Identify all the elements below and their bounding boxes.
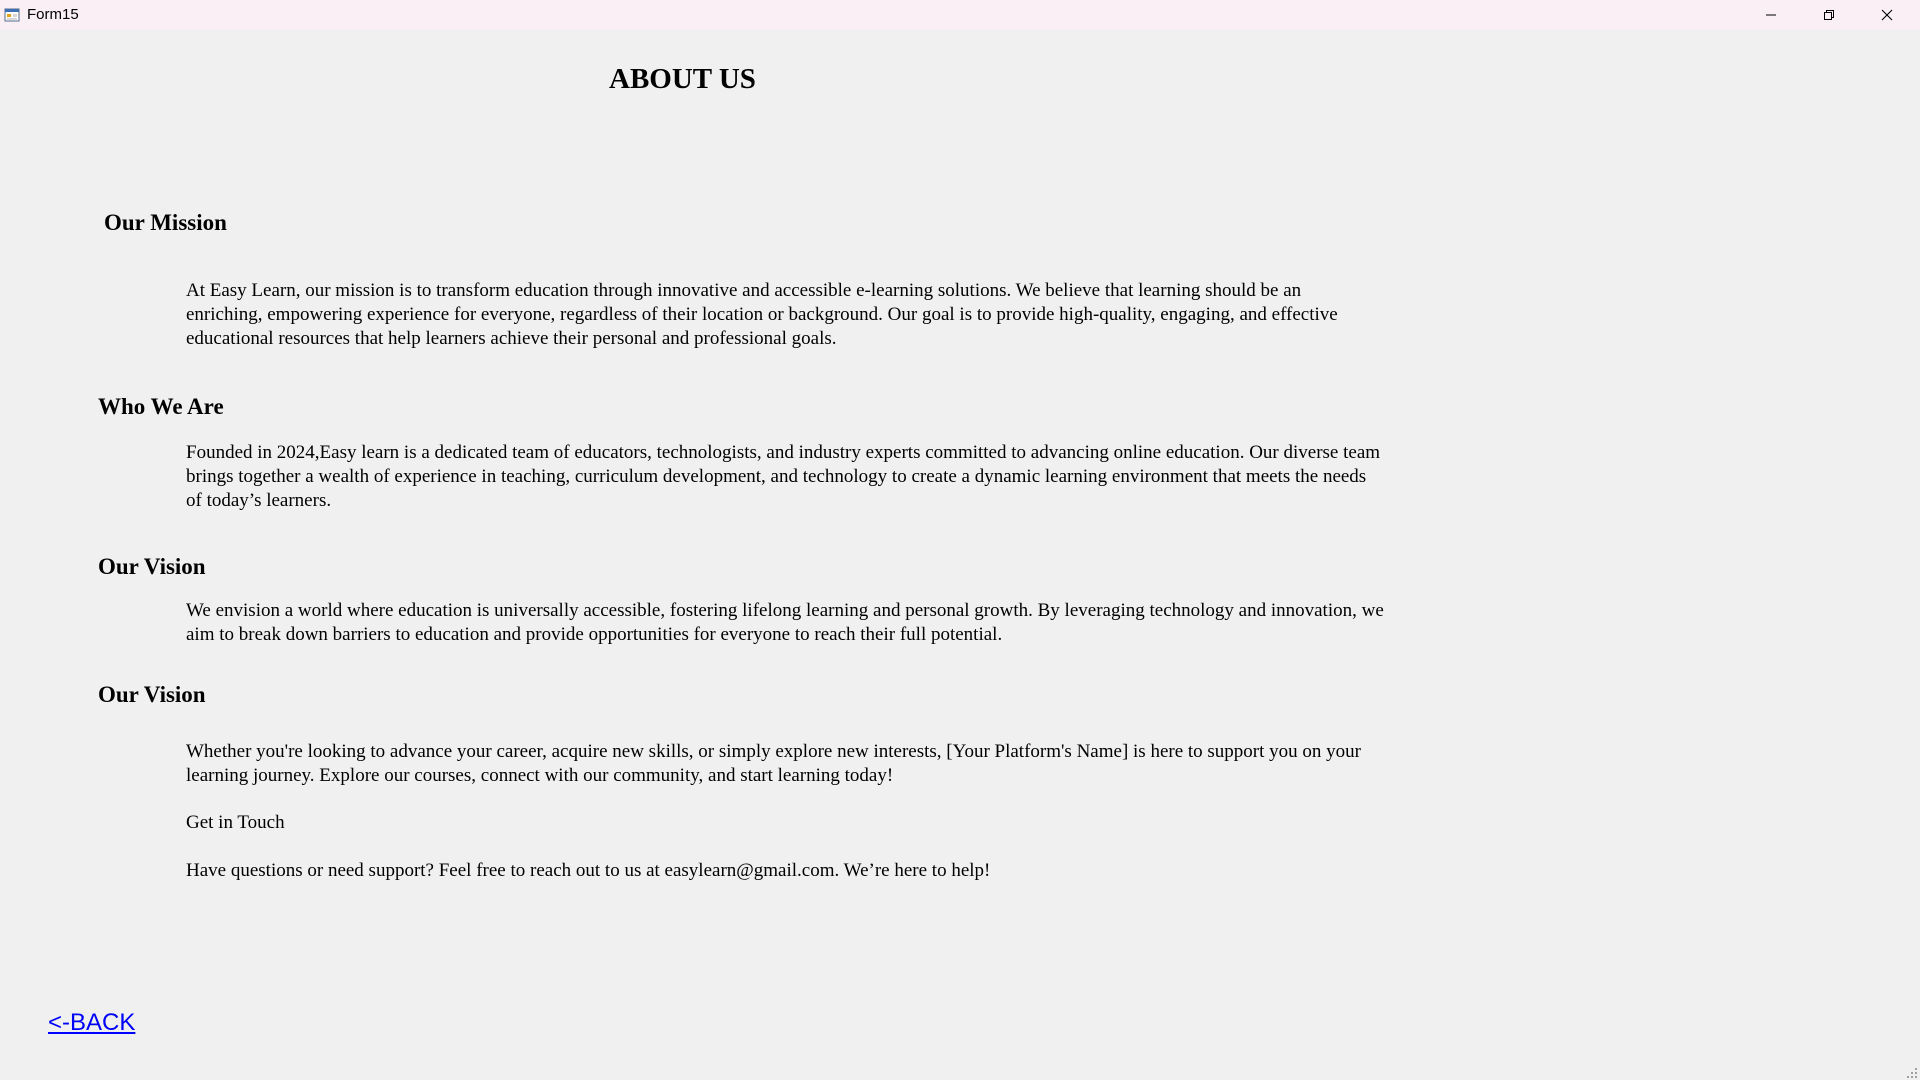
- contact-paragraph: Have questions or need support? Feel fre…: [186, 860, 991, 881]
- mission-paragraph: At Easy Learn, our mission is to transfo…: [186, 280, 1338, 349]
- section-heading-vision: Our Vision: [98, 554, 206, 579]
- minimize-icon: [1765, 9, 1777, 21]
- section-heading-who-we-are: Who We Are: [98, 394, 224, 419]
- close-icon: [1881, 9, 1893, 21]
- section-heading-vision-2: Our Vision: [98, 682, 206, 707]
- restore-icon: [1823, 9, 1835, 21]
- vision-paragraph: We envision a world where education is u…: [186, 600, 1384, 645]
- close-button[interactable]: [1858, 0, 1916, 30]
- resize-grip-icon[interactable]: [1906, 1066, 1918, 1078]
- minimize-button[interactable]: [1742, 0, 1800, 30]
- form-window: Form15 ABOUT US Our Mission At Easy Lear…: [0, 0, 1920, 1080]
- journey-paragraph: Whether you're looking to advance your c…: [186, 741, 1361, 786]
- back-link[interactable]: <-BACK: [48, 1009, 135, 1037]
- app-form-icon: [4, 7, 20, 23]
- page-title: ABOUT US: [609, 63, 756, 95]
- section-heading-mission: Our Mission: [104, 210, 227, 235]
- maximize-button[interactable]: [1800, 0, 1858, 30]
- title-bar[interactable]: Form15: [0, 0, 1920, 30]
- who-we-are-paragraph: Founded in 2024,Easy learn is a dedicate…: [186, 442, 1381, 511]
- get-in-touch-text: Get in Touch: [186, 812, 285, 833]
- window-title: Form15: [27, 6, 79, 23]
